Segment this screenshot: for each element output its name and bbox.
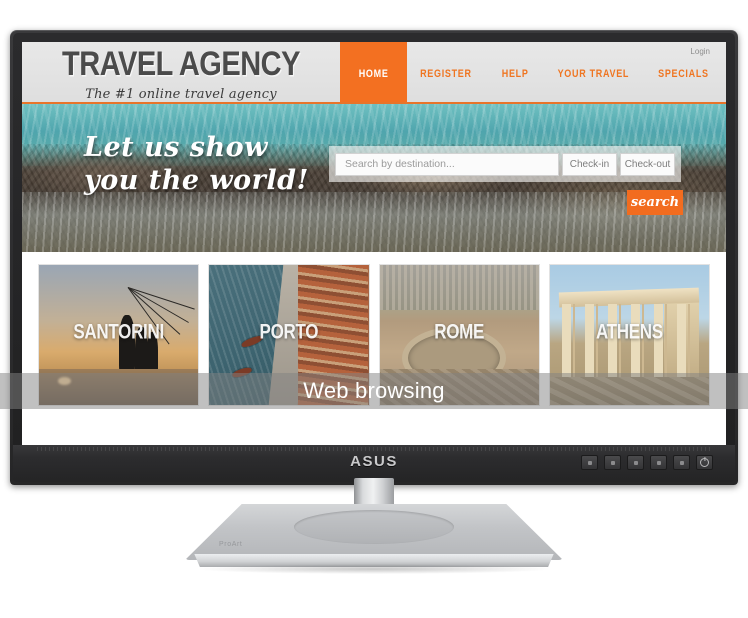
asus-monitor: TRAVEL AGENCY The #1 online travel agenc… <box>10 30 738 485</box>
power-icon <box>700 458 709 467</box>
search-button[interactable]: search <box>627 190 683 215</box>
checkin-field[interactable]: Check-in <box>562 152 617 176</box>
destination-search-input[interactable]: Search by destination... <box>335 152 559 176</box>
control-button-2[interactable] <box>604 455 621 470</box>
hero-tagline-line2: you the world! <box>84 164 309 196</box>
hero-tagline-line1: Let us show <box>84 132 268 163</box>
menu-button[interactable] <box>581 455 598 470</box>
monitor-chin: ASUS <box>13 445 735 482</box>
hero-shallow-water-art <box>22 192 726 252</box>
monitor-stand-base: ProArt <box>185 504 563 576</box>
destination-label: PORTO <box>259 319 319 344</box>
browser-viewport: TRAVEL AGENCY The #1 online travel agenc… <box>22 42 726 447</box>
stand-base-shadow <box>200 564 548 574</box>
login-link[interactable]: Login <box>690 47 710 56</box>
destination-cards: SANTORINI PORTO ROME ATHENS <box>22 252 726 417</box>
site-header: TRAVEL AGENCY The #1 online travel agenc… <box>22 42 726 112</box>
destination-card-porto[interactable]: PORTO <box>208 264 370 406</box>
square-dot-icon <box>679 460 684 465</box>
monitor-screen-frame: TRAVEL AGENCY The #1 online travel agenc… <box>22 42 726 447</box>
search-panel: Search by destination... Check-in Check-… <box>329 146 681 182</box>
destination-card-santorini[interactable]: SANTORINI <box>38 264 200 406</box>
square-dot-icon <box>610 460 615 465</box>
brand-title: TRAVEL AGENCY <box>62 45 300 84</box>
site-brand[interactable]: TRAVEL AGENCY The #1 online travel agenc… <box>22 45 340 102</box>
power-button[interactable] <box>696 455 713 470</box>
square-dot-icon <box>587 460 592 465</box>
control-button-4[interactable] <box>650 455 667 470</box>
destination-label: ATHENS <box>595 319 663 344</box>
stand-base-surface: ProArt <box>185 504 563 560</box>
destination-label: ROME <box>434 319 485 344</box>
hero-banner: Let us show you the world! Search by des… <box>22 104 726 252</box>
control-button-5[interactable] <box>673 455 690 470</box>
control-button-3[interactable] <box>627 455 644 470</box>
stand-base-recess <box>294 510 454 544</box>
screenshot-stage: TRAVEL AGENCY The #1 online travel agenc… <box>0 0 748 618</box>
destination-label: SANTORINI <box>73 319 164 344</box>
hero-tagline: Let us show you the world! <box>84 132 309 198</box>
main-navigation: HOME REGISTER HELP YOUR TRAVEL SPECIALS <box>340 42 726 112</box>
checkout-field[interactable]: Check-out <box>620 152 675 176</box>
monitor-control-buttons <box>581 455 713 470</box>
brand-tagline: The #1 online travel agency <box>85 87 277 102</box>
chin-vent-strip <box>37 447 711 451</box>
square-dot-icon <box>656 460 661 465</box>
destination-card-rome[interactable]: ROME <box>378 264 540 406</box>
square-dot-icon <box>633 460 638 465</box>
proart-branding: ProArt <box>219 541 243 548</box>
destination-card-athens[interactable]: ATHENS <box>548 264 710 406</box>
